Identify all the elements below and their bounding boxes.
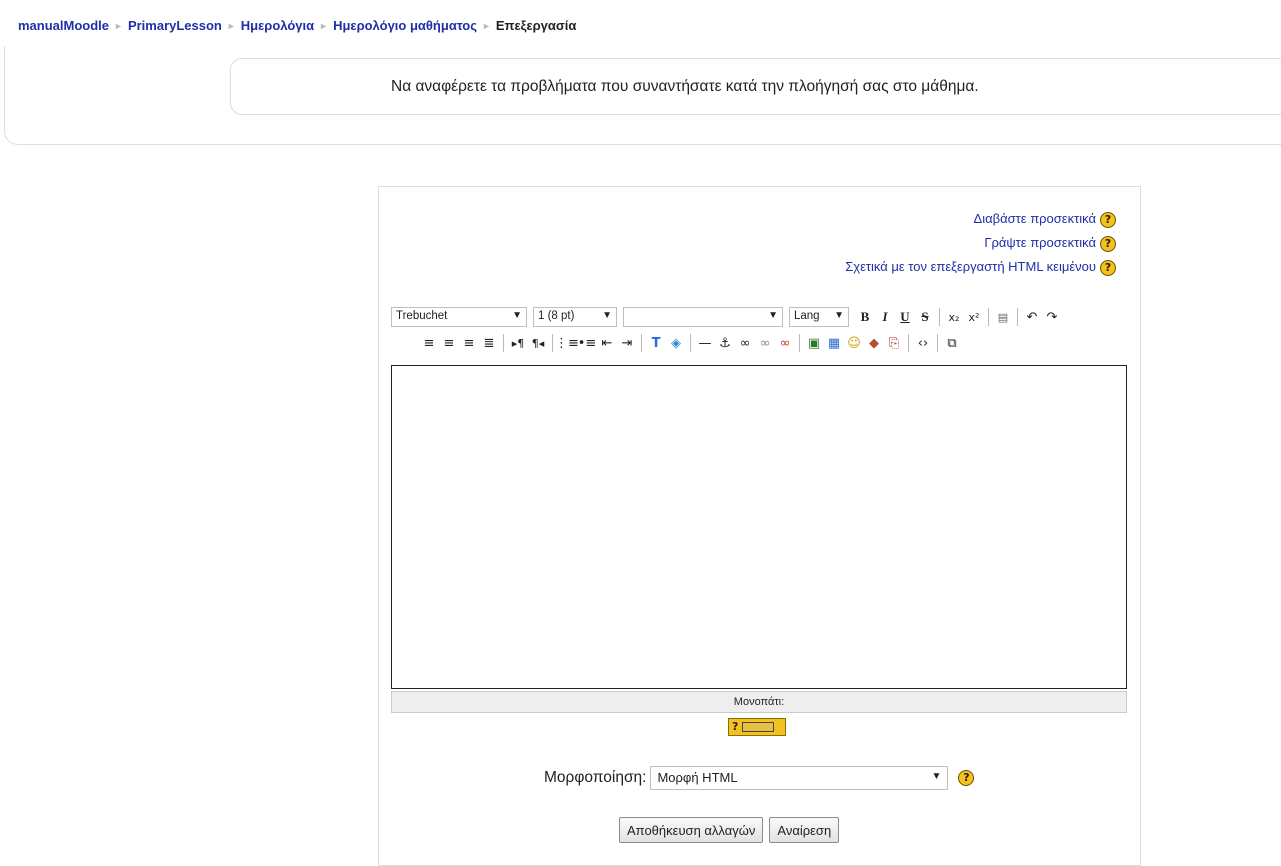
bold-button[interactable]: B: [855, 307, 875, 327]
keyboard-help-label: ?: [732, 720, 739, 733]
format-row: Μορφοποίηση: Μορφή HTML ▼ ?: [544, 765, 975, 791]
text-color-icon[interactable]: T: [646, 333, 666, 353]
cancel-button[interactable]: Αναίρεση: [769, 817, 840, 843]
breadcrumb-separator-icon: ►: [481, 21, 491, 31]
align-right-icon[interactable]: ≡: [459, 333, 479, 353]
heading-select[interactable]: ▼: [623, 307, 783, 327]
format-label: Μορφοποίηση:: [544, 769, 647, 786]
justify-icon[interactable]: ≣: [479, 333, 499, 353]
dropdown-arrow-icon: ▼: [768, 310, 778, 321]
clean-word-icon[interactable]: ▤: [993, 307, 1013, 327]
help-icon[interactable]: ?: [1100, 235, 1116, 252]
horizontal-rule-icon[interactable]: —: [695, 333, 715, 353]
journal-edit-form: Διαβάστε προσεκτικά? Γράψτε προσεκτικά? …: [378, 186, 1141, 866]
subscript-icon[interactable]: x₂: [944, 307, 964, 327]
html-source-icon[interactable]: ‹›: [913, 333, 933, 353]
unordered-list-icon[interactable]: •≡: [577, 333, 597, 353]
read-carefully-link[interactable]: Διαβάστε προσεκτικά: [974, 211, 1096, 226]
editor-area[interactable]: [391, 365, 1127, 689]
special-char-icon[interactable]: ◆: [864, 333, 884, 353]
align-center-icon[interactable]: ≡: [439, 333, 459, 353]
indent-icon[interactable]: ⇥: [617, 333, 637, 353]
dropdown-arrow-icon: ▼: [512, 310, 522, 321]
font-size-value: 1 (8 pt): [538, 310, 575, 322]
dropdown-arrow-icon: ▼: [602, 310, 612, 321]
lang-select[interactable]: Lang ▼: [789, 307, 849, 327]
ltr-icon[interactable]: ▸¶: [508, 333, 528, 353]
toolbar-divider: [937, 334, 938, 352]
toolbar-row-2: ≡ ≡ ≡ ≣ ▸¶ ¶◂ ⋮≡ •≡ ⇤ ⇥ T ◈ — ⚓ ∞ ∞ ∞ ▣ …: [419, 331, 962, 355]
intro-box: Να αναφέρετε τα προβλήματα που συναντήσα…: [230, 58, 1281, 115]
write-carefully-link[interactable]: Γράψτε προσεκτικά: [984, 235, 1096, 250]
save-changes-button[interactable]: Αποθήκευση αλλαγών: [619, 817, 764, 843]
breadcrumb-link-journal[interactable]: Ημερολόγιο μαθήματος: [333, 18, 477, 33]
toolbar-divider: [939, 308, 940, 326]
toolbar-divider: [503, 334, 504, 352]
smiley-icon[interactable]: ☺: [844, 333, 864, 353]
breadcrumb: manualMoodle ► PrimaryLesson ► Ημερολόγια ► Ημ…: [0, 0, 1281, 48]
format-help-icon[interactable]: ?: [958, 770, 975, 786]
toolbar-divider: [908, 334, 909, 352]
editor-path-bar: Μονοπάτι:: [391, 691, 1127, 713]
strikethrough-button[interactable]: S: [915, 307, 935, 327]
keyboard-shortcuts-button[interactable]: ?: [728, 718, 786, 736]
align-left-icon[interactable]: ≡: [419, 333, 439, 353]
anchor-icon[interactable]: ⚓: [715, 333, 735, 353]
format-selected-value: Μορφή HTML: [657, 770, 738, 785]
superscript-icon[interactable]: x²: [964, 307, 984, 327]
help-icon[interactable]: ?: [1100, 259, 1116, 276]
ordered-list-icon[interactable]: ⋮≡: [555, 333, 579, 353]
breadcrumb-link-lesson[interactable]: PrimaryLesson: [128, 18, 222, 33]
toolbar-divider: [690, 334, 691, 352]
underline-button[interactable]: U: [895, 307, 915, 327]
rtl-icon[interactable]: ¶◂: [528, 333, 548, 353]
background-color-icon[interactable]: ◈: [666, 333, 686, 353]
toolbar-divider: [641, 334, 642, 352]
toolbar-divider: [552, 334, 553, 352]
dropdown-arrow-icon: ▼: [931, 771, 942, 782]
form-buttons: Αποθήκευση αλλαγών Αναίρεση: [619, 817, 840, 843]
help-links: Διαβάστε προσεκτικά? Γράψτε προσεκτικά? …: [845, 207, 1116, 279]
unlink-icon[interactable]: ∞: [775, 333, 795, 353]
breadcrumb-current: Επεξεργασία: [495, 18, 577, 33]
breadcrumb-link-course[interactable]: manualMoodle: [18, 18, 109, 33]
insert-image-icon[interactable]: ▣: [804, 333, 824, 353]
font-family-value: Trebuchet: [396, 310, 448, 322]
fullscreen-icon[interactable]: ⧉: [942, 333, 962, 353]
lang-value: Lang: [794, 310, 820, 322]
path-label: Μονοπάτι:: [733, 696, 785, 708]
breadcrumb-link-journals[interactable]: Ημερολόγια: [241, 18, 314, 33]
font-family-select[interactable]: Trebuchet ▼: [391, 307, 527, 327]
toolbar-row-1: Trebuchet ▼ 1 (8 pt) ▼ ▼ Lang ▼ B I U S …: [391, 305, 1062, 329]
editor-toolbar: Trebuchet ▼ 1 (8 pt) ▼ ▼ Lang ▼ B I U S …: [391, 297, 1127, 361]
undo-icon[interactable]: ↶: [1022, 307, 1042, 327]
link-icon[interactable]: ∞: [735, 333, 755, 353]
toolbar-divider: [1017, 308, 1018, 326]
italic-button[interactable]: I: [875, 307, 895, 327]
toolbar-divider: [988, 308, 989, 326]
insert-table-icon[interactable]: ▦: [824, 333, 844, 353]
breadcrumb-separator-icon: ►: [114, 21, 123, 31]
nolink-icon[interactable]: ∞: [755, 333, 775, 353]
breadcrumb-separator-icon: ►: [319, 21, 329, 31]
about-editor-link[interactable]: Σχετικά με τον επεξεργαστή HTML κειμένου: [845, 259, 1096, 274]
toolbar-divider: [799, 334, 800, 352]
redo-icon[interactable]: ↷: [1042, 307, 1062, 327]
intro-text: Να αναφέρετε τα προβλήματα που συναντήσα…: [391, 78, 979, 95]
search-replace-icon[interactable]: ⎘: [884, 333, 904, 353]
keyboard-icon: [742, 722, 775, 732]
dropdown-arrow-icon: ▼: [834, 310, 844, 321]
help-icon[interactable]: ?: [1100, 211, 1116, 228]
format-select[interactable]: Μορφή HTML ▼: [650, 766, 949, 790]
font-size-select[interactable]: 1 (8 pt) ▼: [533, 307, 617, 327]
breadcrumb-separator-icon: ►: [226, 21, 236, 31]
outdent-icon[interactable]: ⇤: [597, 333, 617, 353]
